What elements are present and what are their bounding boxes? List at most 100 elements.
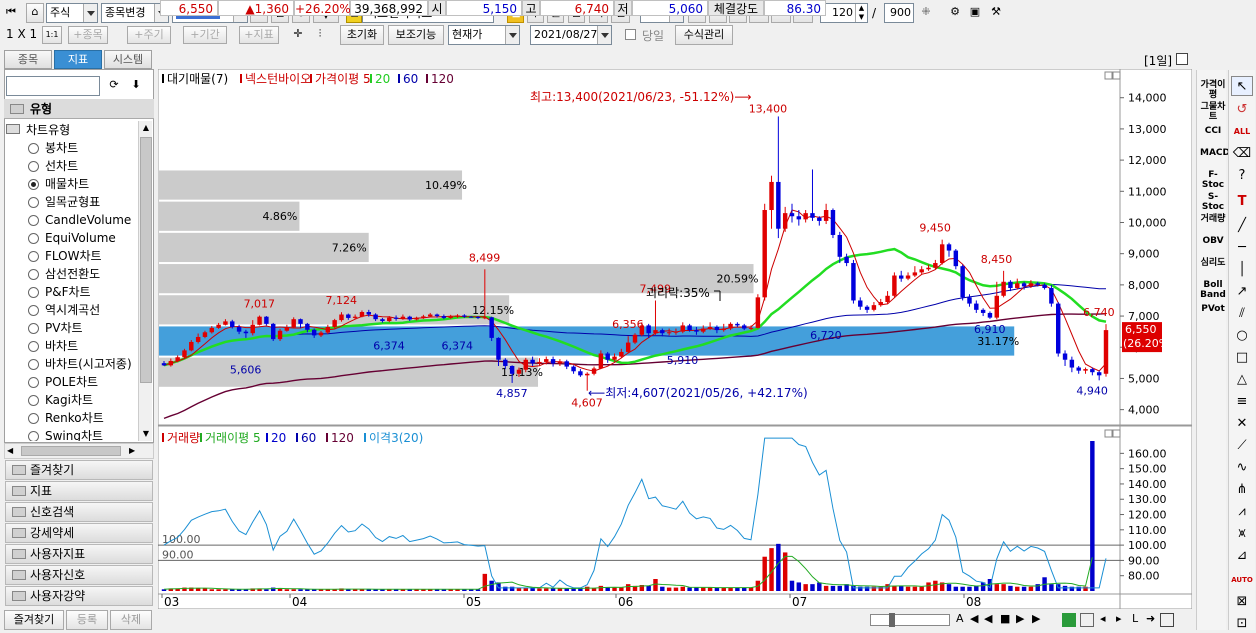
scroll-fwd-icon[interactable]: ▸ xyxy=(1116,612,1122,625)
trendline-icon[interactable]: ╱ xyxy=(1231,216,1253,236)
fibonacci-icon[interactable]: ≡ xyxy=(1231,392,1253,412)
chevron-down-icon[interactable] xyxy=(83,4,97,22)
prev-stock-icon[interactable]: ⏮ xyxy=(4,4,18,22)
chart-type-item[interactable]: 역시계곡선 xyxy=(6,301,100,319)
chart-type-item[interactable]: Swing차트 xyxy=(6,427,103,441)
magnet-icon[interactable]: ⊡ xyxy=(1231,614,1253,633)
radio-button[interactable] xyxy=(28,215,39,226)
radio-button[interactable] xyxy=(28,305,39,316)
speed-line-icon[interactable]: ⩘ xyxy=(1231,502,1253,522)
andrews-icon[interactable]: ⋔ xyxy=(1231,480,1253,500)
chevron-down-icon[interactable] xyxy=(597,26,611,44)
formula-manage-button[interactable]: 수식관리 xyxy=(675,25,733,45)
arrow-right-icon[interactable]: ➜ xyxy=(1146,612,1155,625)
indicator-shortcut[interactable]: PVot xyxy=(1200,304,1226,314)
undo-icon[interactable]: ↺ xyxy=(1231,100,1253,120)
chart-area[interactable]: 10.49% 4.86% 7.26% 20.59% 12.15% 31.17% 13.13%… xyxy=(158,69,1192,609)
slider-thumb[interactable] xyxy=(889,613,895,627)
section-5[interactable]: 사용자신호 xyxy=(5,565,153,585)
lock-icon[interactable]: ⊠ xyxy=(1231,592,1253,612)
chart-type-item[interactable]: FLOW차트 xyxy=(6,247,102,265)
save-icon[interactable]: ▣ xyxy=(966,3,984,23)
tab-stock[interactable]: 종목 xyxy=(4,50,52,69)
font-smaller-icon[interactable]: A xyxy=(956,612,964,625)
regression-icon[interactable]: ⩙ xyxy=(1231,524,1253,544)
indicator-shortcut[interactable]: F-Stoc xyxy=(1200,170,1226,190)
horizontal-line-icon[interactable]: ─ xyxy=(1231,238,1253,258)
radio-button[interactable] xyxy=(28,179,39,190)
indicator-shortcut[interactable]: 그물차트 xyxy=(1200,102,1226,122)
radio-button[interactable] xyxy=(28,233,39,244)
h-scrollbar-thumb[interactable] xyxy=(21,446,121,456)
indicator-shortcut[interactable]: 거래량 xyxy=(1200,214,1226,224)
section-6[interactable]: 사용자강약 xyxy=(5,586,153,606)
chart-type-item[interactable]: 봉차트 xyxy=(6,139,78,157)
indicator-shortcut[interactable]: OBV xyxy=(1200,236,1226,246)
add-stock-button[interactable]: +종목 xyxy=(68,26,108,44)
section-0[interactable]: 즐겨찾기 xyxy=(5,460,153,480)
today-checkbox[interactable] xyxy=(625,29,636,40)
crosshair-icon[interactable]: ✛ xyxy=(289,26,307,44)
change-stock-select[interactable]: 종목변경 xyxy=(101,3,169,23)
layout-label[interactable]: 1 X 1 xyxy=(6,27,37,41)
scroll-up-icon[interactable]: ▲ xyxy=(140,121,152,135)
arrow-line-icon[interactable]: ↗ xyxy=(1231,282,1253,302)
chart-type-item[interactable]: 바차트(시고저종) xyxy=(6,355,132,373)
last-icon[interactable]: ▶ xyxy=(1032,612,1040,625)
radio-button[interactable] xyxy=(28,377,39,388)
gann-icon[interactable]: ✕ xyxy=(1231,414,1253,434)
radio-button[interactable] xyxy=(28,269,39,280)
layout-small-button[interactable]: 1:1 xyxy=(42,26,62,44)
channel-icon[interactable]: ⫽ xyxy=(1231,304,1253,324)
excel-icon[interactable] xyxy=(1062,613,1076,627)
chart-type-group[interactable]: 차트유형 xyxy=(6,121,70,139)
chart-type-item[interactable]: CandleVolume xyxy=(6,211,131,229)
zoom-slider[interactable] xyxy=(870,613,950,627)
indicator-search-input[interactable] xyxy=(6,76,100,96)
home-icon[interactable]: ⌂ xyxy=(26,3,44,23)
chart-type-item[interactable]: 일목균형표 xyxy=(6,193,100,211)
indicator-shortcut[interactable]: 심리도 xyxy=(1200,258,1226,268)
gear-icon[interactable]: ⚙ xyxy=(946,3,964,23)
eraser-icon[interactable]: ⌫ xyxy=(1231,144,1253,164)
indicator-shortcut[interactable]: S-Stoc xyxy=(1200,192,1226,212)
price-type-select[interactable]: 현재가 xyxy=(448,25,520,45)
radio-button[interactable] xyxy=(28,413,39,424)
help-icon[interactable]: ? xyxy=(1231,166,1253,186)
refresh-icon[interactable]: ⟳ xyxy=(104,76,124,96)
section-3[interactable]: 강세약세 xyxy=(5,523,153,543)
auto-icon[interactable]: AUTO xyxy=(1231,570,1253,590)
radio-button[interactable] xyxy=(28,395,39,406)
page-right-icon[interactable]: ▶ xyxy=(1016,612,1024,625)
indicator-shortcut[interactable]: Boll Band xyxy=(1200,280,1226,300)
scrollbar-thumb[interactable] xyxy=(140,137,152,383)
page-left-icon[interactable]: ◀ xyxy=(984,612,992,625)
first-icon[interactable]: ◀ xyxy=(970,612,978,625)
add-range-button[interactable]: +기간 xyxy=(183,26,227,44)
radio-button[interactable] xyxy=(28,197,39,208)
chart-type-item[interactable]: POLE차트 xyxy=(6,373,98,391)
chart-type-item[interactable]: 선차트 xyxy=(6,157,78,175)
chart-type-item[interactable]: PV차트 xyxy=(6,319,83,337)
download-icon[interactable]: ⬇ xyxy=(126,76,146,96)
chart-type-item[interactable]: Kagi차트 xyxy=(6,391,93,409)
radio-button[interactable] xyxy=(28,359,39,370)
chart-type-item[interactable]: Renko차트 xyxy=(6,409,104,427)
tab-system[interactable]: 시스템 xyxy=(104,50,152,69)
chart-type-item[interactable]: 매물차트 xyxy=(6,175,89,193)
zoom-icon[interactable]: ⁜ xyxy=(917,3,935,23)
indicator-shortcut[interactable]: CCI xyxy=(1200,126,1226,136)
indicator-shortcut[interactable]: MACD xyxy=(1200,148,1230,158)
scroll-right-icon[interactable]: ▶ xyxy=(129,444,135,458)
section-2[interactable]: 신호검색 xyxy=(5,502,153,522)
chart-type-item[interactable]: P&F차트 xyxy=(6,283,91,301)
radio-button[interactable] xyxy=(28,341,39,352)
maximize-icon[interactable] xyxy=(1176,53,1188,65)
scroll-back-icon[interactable]: ◂ xyxy=(1100,612,1106,625)
measure-icon[interactable]: ⊿ xyxy=(1231,546,1253,566)
cycle-icon[interactable]: ∿ xyxy=(1231,458,1253,478)
section-1[interactable]: 지표 xyxy=(5,481,153,501)
scroll-left-icon[interactable]: ◀ xyxy=(7,444,13,458)
chart-type-item[interactable]: 삼선전환도 xyxy=(6,265,100,283)
grid-icon[interactable] xyxy=(1080,613,1094,627)
